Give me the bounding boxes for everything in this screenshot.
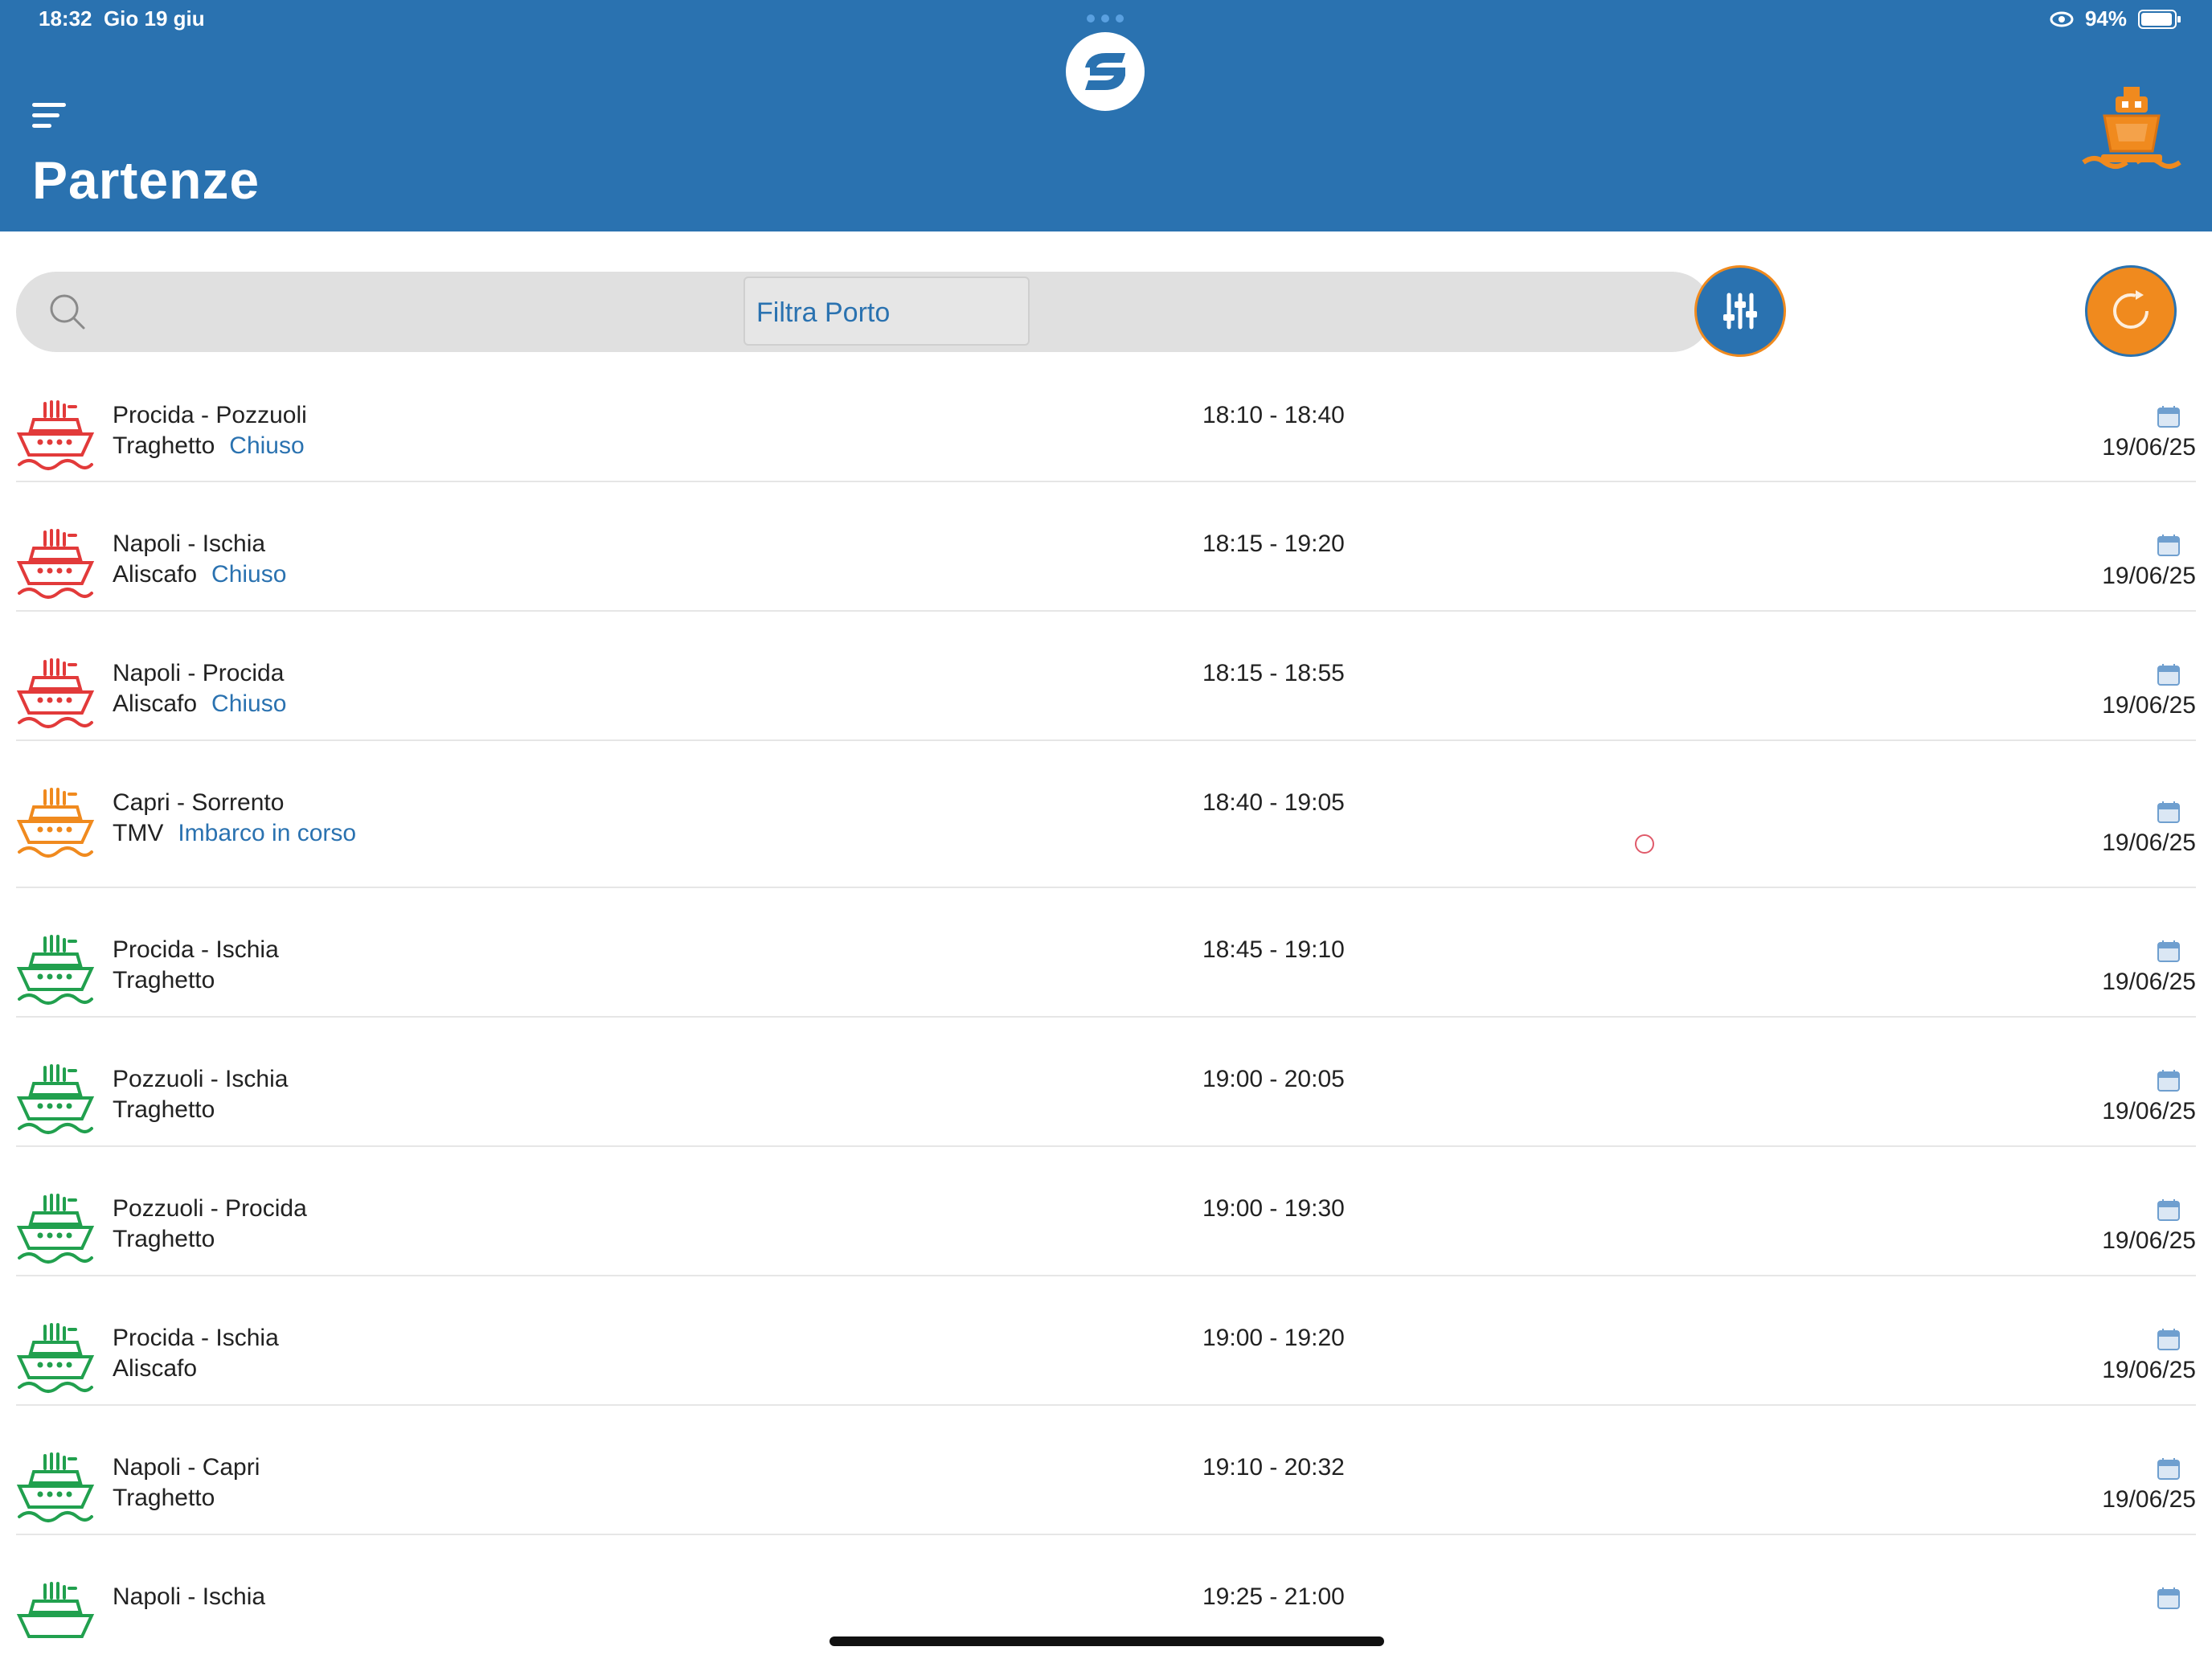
departure-date: 19/06/25 (2102, 969, 2196, 995)
refresh-icon (2113, 290, 2149, 329)
vessel-type: Traghetto (113, 1485, 215, 1511)
departure-date: 19/06/25 (2102, 434, 2196, 461)
ship-icon-green (16, 1064, 95, 1134)
departure-times: 18:15 - 19:20 (1202, 530, 1345, 557)
departure-date: 19/06/25 (2102, 692, 2196, 719)
app-header: 18:32 Gio 19 giu 94% Partenze (0, 0, 2212, 231)
departure-row-1[interactable]: Napoli - Ischia Aliscafo Chiuso 18:15 - 1… (16, 482, 2196, 612)
calendar-icon (2157, 664, 2180, 686)
route-name: Procida - Ischia (113, 936, 279, 963)
route-name: Procida - Pozzuoli (113, 402, 307, 428)
route-name: Napoli - Ischia (113, 1583, 266, 1610)
status-bar-right: 94% (2050, 6, 2181, 31)
ship-icon-green (16, 935, 95, 1005)
departure-times: 19:00 - 19:20 (1202, 1325, 1345, 1351)
status-label: Chiuso (229, 432, 305, 459)
departure-date: 19/06/25 (2102, 830, 2196, 856)
departure-row-3[interactable]: Capri - Sorrento TMV Imbarco in corso 18:… (16, 741, 2196, 888)
refresh-button[interactable] (2085, 265, 2177, 357)
departure-times: 18:40 - 19:05 (1202, 789, 1345, 816)
vessel-type: Traghetto (113, 1096, 215, 1123)
route-name: Capri - Sorrento (113, 789, 285, 816)
filter-port-field[interactable]: Filtra Porto (743, 276, 1030, 346)
route-name: Napoli - Capri (113, 1454, 260, 1481)
departure-times: 18:10 - 18:40 (1202, 402, 1345, 428)
ship-icon-red (16, 658, 95, 728)
battery-percent: 94% (2084, 6, 2127, 31)
status-label: Imbarco in corso (178, 820, 357, 846)
status-label: Chiuso (211, 690, 287, 717)
calendar-icon (2157, 801, 2180, 823)
departure-date: 19/06/25 (2102, 563, 2196, 589)
ship-icon-orange (16, 788, 95, 858)
search-icon[interactable] (47, 291, 88, 333)
departure-times: 19:25 - 21:00 (1202, 1583, 1345, 1610)
status-label: Chiuso (211, 561, 287, 588)
app-logo (1066, 32, 1145, 111)
ship-icon (2082, 87, 2181, 169)
ship-icon-red (16, 529, 95, 599)
page-title: Partenze (32, 150, 260, 210)
vessel-type: Aliscafo (113, 1355, 198, 1382)
departure-row-8[interactable]: Napoli - Capri Traghetto 19:10 - 20:32 1… (16, 1406, 2196, 1535)
filter-settings-button[interactable] (1694, 265, 1786, 357)
ship-icon-green (16, 1194, 95, 1264)
departure-times: 18:15 - 18:55 (1202, 660, 1345, 686)
calendar-icon (2157, 406, 2180, 428)
calendar-icon (2157, 1587, 2180, 1609)
departure-times: 19:00 - 19:30 (1202, 1195, 1345, 1222)
vessel-type: Traghetto (113, 967, 215, 993)
departure-row-0[interactable]: Procida - Pozzuoli Traghetto Chiuso 18:10… (16, 370, 2196, 482)
departure-date: 19/06/25 (2102, 1098, 2196, 1124)
ship-icon-green (16, 1582, 95, 1638)
departure-row-2[interactable]: Napoli - Procida Aliscafo Chiuso 18:15 - … (16, 612, 2196, 741)
calendar-icon (2157, 535, 2180, 556)
wifi-icon (2050, 11, 2074, 27)
home-indicator[interactable] (830, 1636, 1384, 1646)
vessel-type: Traghetto (113, 432, 215, 459)
calendar-icon (2157, 1458, 2180, 1480)
calendar-icon (2157, 1199, 2180, 1221)
menu-icon[interactable] (32, 103, 72, 135)
calendar-icon (2157, 940, 2180, 962)
status-date-text: Gio 19 giu (103, 6, 205, 31)
sliders-icon (1723, 293, 1757, 330)
vessel-type: Traghetto (113, 1226, 215, 1252)
status-time-text: 18:32 (39, 6, 92, 31)
vessel-type: Aliscafo (113, 690, 198, 717)
departure-times: 19:10 - 20:32 (1202, 1454, 1345, 1481)
route-name: Napoli - Procida (113, 660, 285, 686)
calendar-icon (2157, 1329, 2180, 1350)
departure-row-4[interactable]: Procida - Ischia Traghetto 18:45 - 19:10… (16, 888, 2196, 1018)
departure-times: 18:45 - 19:10 (1202, 936, 1345, 963)
departure-row-6[interactable]: Pozzuoli - Procida Traghetto 19:00 - 19:… (16, 1147, 2196, 1276)
departure-row-5[interactable]: Pozzuoli - Ischia Traghetto 19:00 - 20:0… (16, 1018, 2196, 1147)
battery-icon (2138, 9, 2181, 29)
multitasking-dots-icon[interactable] (1087, 14, 1124, 23)
calendar-icon (2157, 1070, 2180, 1092)
ship-icon-green (16, 1452, 95, 1522)
ship-icon-green (16, 1323, 95, 1393)
route-name: Pozzuoli - Procida (113, 1195, 307, 1222)
status-bar-time: 18:32 Gio 19 giu (39, 6, 205, 31)
departure-times: 19:00 - 20:05 (1202, 1066, 1345, 1092)
departure-date: 19/06/25 (2102, 1227, 2196, 1254)
vessel-type: Aliscafo (113, 561, 198, 588)
touch-indicator (1635, 834, 1654, 854)
departure-date: 19/06/25 (2102, 1357, 2196, 1383)
route-name: Procida - Ischia (113, 1325, 279, 1351)
route-name: Pozzuoli - Ischia (113, 1066, 289, 1092)
route-name: Napoli - Ischia (113, 530, 266, 557)
vessel-type: TMV (113, 820, 164, 846)
departure-date: 19/06/25 (2102, 1486, 2196, 1513)
departure-row-7[interactable]: Procida - Ischia Aliscafo 19:00 - 19:20 … (16, 1276, 2196, 1406)
ship-icon-red (16, 400, 95, 470)
search-bar[interactable]: Filtra Porto (16, 272, 1712, 352)
